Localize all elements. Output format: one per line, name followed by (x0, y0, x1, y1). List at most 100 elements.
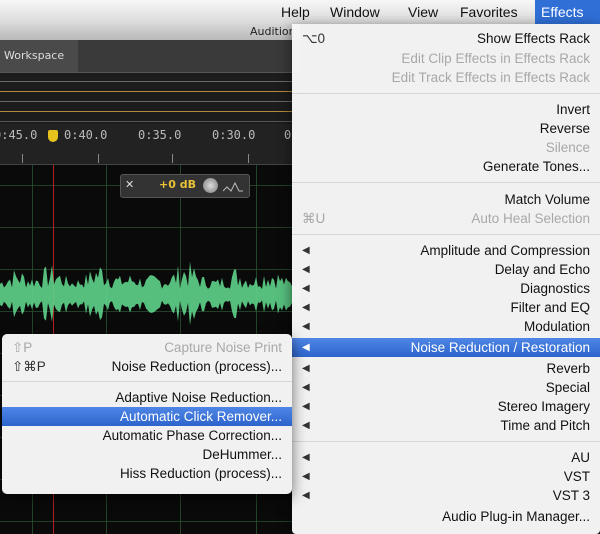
menu-item-dehummer[interactable]: DeHummer... (2, 445, 292, 464)
submenu-arrow-icon: ◀ (302, 401, 310, 412)
menu-item-auto-heal[interactable]: ⌘U Auto Heal Selection (292, 209, 600, 228)
submenu-arrow-icon: ◀ (302, 452, 310, 463)
menu-effects[interactable]: Effects (535, 0, 600, 24)
menu-item-label: DeHummer... (202, 447, 282, 462)
ruler-label: 0:35.0 (138, 128, 182, 142)
menu-item-show-effects-rack[interactable]: ⌥0 Show Effects Rack (292, 29, 600, 48)
menu-item-label: Capture Noise Print (164, 340, 282, 355)
menu-item-adaptive-noise-reduction[interactable]: Adaptive Noise Reduction... (2, 388, 292, 407)
menu-item-vst[interactable]: ◀ VST (292, 467, 600, 486)
ruler-label: 0:40.0 (64, 128, 108, 142)
menu-item-special[interactable]: ◀ Special (292, 378, 600, 397)
menu-separator (292, 93, 600, 94)
menu-item-label: VST (563, 469, 590, 484)
submenu-arrow-icon: ◀ (302, 382, 310, 393)
menu-item-silence[interactable]: Silence (292, 138, 600, 157)
menu-item-hiss-reduction[interactable]: Hiss Reduction (process)... (2, 464, 292, 483)
menu-separator (292, 234, 600, 235)
menu-item-label: Noise Reduction / Restoration (410, 340, 590, 355)
menu-favorites[interactable]: Favorites (460, 0, 518, 24)
meter-icon (223, 181, 243, 192)
menu-item-amplitude[interactable]: ◀ Amplitude and Compression (292, 241, 600, 260)
menu-item-reverb[interactable]: ◀ Reverb (292, 359, 600, 378)
shortcut-label: ⌘U (302, 211, 326, 226)
menu-item-label: Show Effects Rack (476, 31, 590, 46)
menu-item-label: Auto Heal Selection (471, 211, 590, 226)
submenu-arrow-icon: ◀ (302, 420, 310, 431)
submenu-arrow-icon: ◀ (302, 321, 310, 332)
noise-reduction-submenu: ⇧P Capture Noise Print ⇧⌘P Noise Reducti… (2, 334, 292, 494)
menu-view[interactable]: View (408, 0, 438, 24)
submenu-arrow-icon: ◀ (302, 264, 310, 275)
menu-item-label: Adaptive Noise Reduction... (115, 390, 282, 405)
menu-item-capture-noise-print[interactable]: ⇧P Capture Noise Print (2, 338, 292, 357)
menu-item-generate-tones[interactable]: Generate Tones... (292, 157, 600, 176)
menu-item-stereo-imagery[interactable]: ◀ Stereo Imagery (292, 397, 600, 416)
submenu-arrow-icon: ◀ (302, 342, 310, 353)
menu-separator (2, 381, 292, 382)
submenu-arrow-icon: ◀ (302, 283, 310, 294)
menu-item-label: Match Volume (504, 192, 590, 207)
workspace-tab[interactable]: Workspace (0, 40, 78, 72)
menu-item-au[interactable]: ◀ AU (292, 448, 600, 467)
menu-item-diagnostics[interactable]: ◀ Diagnostics (292, 279, 600, 298)
menu-item-label: Amplitude and Compression (420, 243, 590, 258)
shortcut-label: ⇧P (12, 340, 33, 355)
menu-item-edit-track-effects[interactable]: Edit Track Effects in Effects Rack (292, 68, 600, 87)
menu-item-label: Automatic Click Remover... (119, 409, 282, 424)
menu-item-label: Invert (556, 102, 590, 117)
menu-help[interactable]: Help (281, 0, 310, 24)
menu-item-label: Generate Tones... (482, 159, 590, 174)
menu-item-automatic-click-remover[interactable]: Automatic Click Remover... (2, 407, 292, 426)
ruler-label: 0:30.0 (212, 128, 256, 142)
menu-item-vst3[interactable]: ◀ VST 3 (292, 486, 600, 505)
effects-menu: ⌥0 Show Effects Rack Edit Clip Effects i… (292, 24, 600, 534)
window-title: Audition (250, 25, 296, 38)
menu-item-label: Stereo Imagery (497, 399, 590, 414)
menu-item-plugin-manager[interactable]: Audio Plug-in Manager... (292, 507, 600, 526)
gain-hud[interactable]: ✕ +0 dB (120, 174, 250, 198)
menu-item-delay-echo[interactable]: ◀ Delay and Echo (292, 260, 600, 279)
time-ruler[interactable]: 0:45.0 0:40.0 0:35.0 0:30.0 0:2 (0, 124, 306, 165)
menu-item-label: Reverb (546, 361, 590, 376)
menu-item-label: Noise Reduction (process)... (111, 359, 282, 374)
menu-separator (292, 182, 600, 183)
submenu-arrow-icon: ◀ (302, 490, 310, 501)
menu-item-label: Automatic Phase Correction... (102, 428, 282, 443)
menu-item-invert[interactable]: Invert (292, 100, 600, 119)
menu-item-label: Hiss Reduction (process)... (119, 466, 282, 481)
menu-item-label: Reverse (539, 121, 590, 136)
menu-item-label: Silence (545, 140, 590, 155)
menu-item-label: VST 3 (552, 488, 590, 503)
menu-item-match-volume[interactable]: Match Volume (292, 190, 600, 209)
shortcut-label: ⌥0 (302, 31, 326, 46)
overview-bar[interactable] (0, 72, 300, 125)
menu-item-reverse[interactable]: Reverse (292, 119, 600, 138)
playhead-handle[interactable] (48, 130, 58, 142)
ruler-label: 0:45.0 (0, 128, 38, 142)
shortcut-label: ⇧⌘P (12, 359, 46, 374)
menu-bar: Help Window View Favorites Effects (0, 0, 600, 25)
menu-item-label: Edit Track Effects in Effects Rack (391, 70, 590, 85)
menu-item-edit-clip-effects[interactable]: Edit Clip Effects in Effects Rack (292, 49, 600, 68)
menu-item-label: Special (545, 380, 590, 395)
window-titlebar: Audition (0, 24, 300, 40)
menu-item-label: Diagnostics (520, 281, 590, 296)
gain-knob[interactable] (203, 178, 218, 193)
menu-item-label: Edit Clip Effects in Effects Rack (401, 51, 590, 66)
workspace-strip: Workspace (0, 40, 300, 73)
menu-item-noise-reduction-process[interactable]: ⇧⌘P Noise Reduction (process)... (2, 357, 292, 376)
menu-item-automatic-phase-correction[interactable]: Automatic Phase Correction... (2, 426, 292, 445)
menu-item-time-pitch[interactable]: ◀ Time and Pitch (292, 416, 600, 435)
menu-item-label: AU (571, 450, 590, 465)
menu-item-label: Filter and EQ (510, 300, 590, 315)
menu-separator (292, 441, 600, 442)
pin-icon[interactable]: ✕ (125, 178, 134, 191)
menu-item-filter-eq[interactable]: ◀ Filter and EQ (292, 298, 600, 317)
submenu-arrow-icon: ◀ (302, 471, 310, 482)
menu-item-label: Audio Plug-in Manager... (442, 509, 590, 524)
gain-value: +0 dB (159, 178, 196, 191)
menu-window[interactable]: Window (330, 0, 380, 24)
menu-item-noise-reduction[interactable]: ◀ Noise Reduction / Restoration (292, 338, 600, 357)
menu-item-modulation[interactable]: ◀ Modulation (292, 317, 600, 336)
